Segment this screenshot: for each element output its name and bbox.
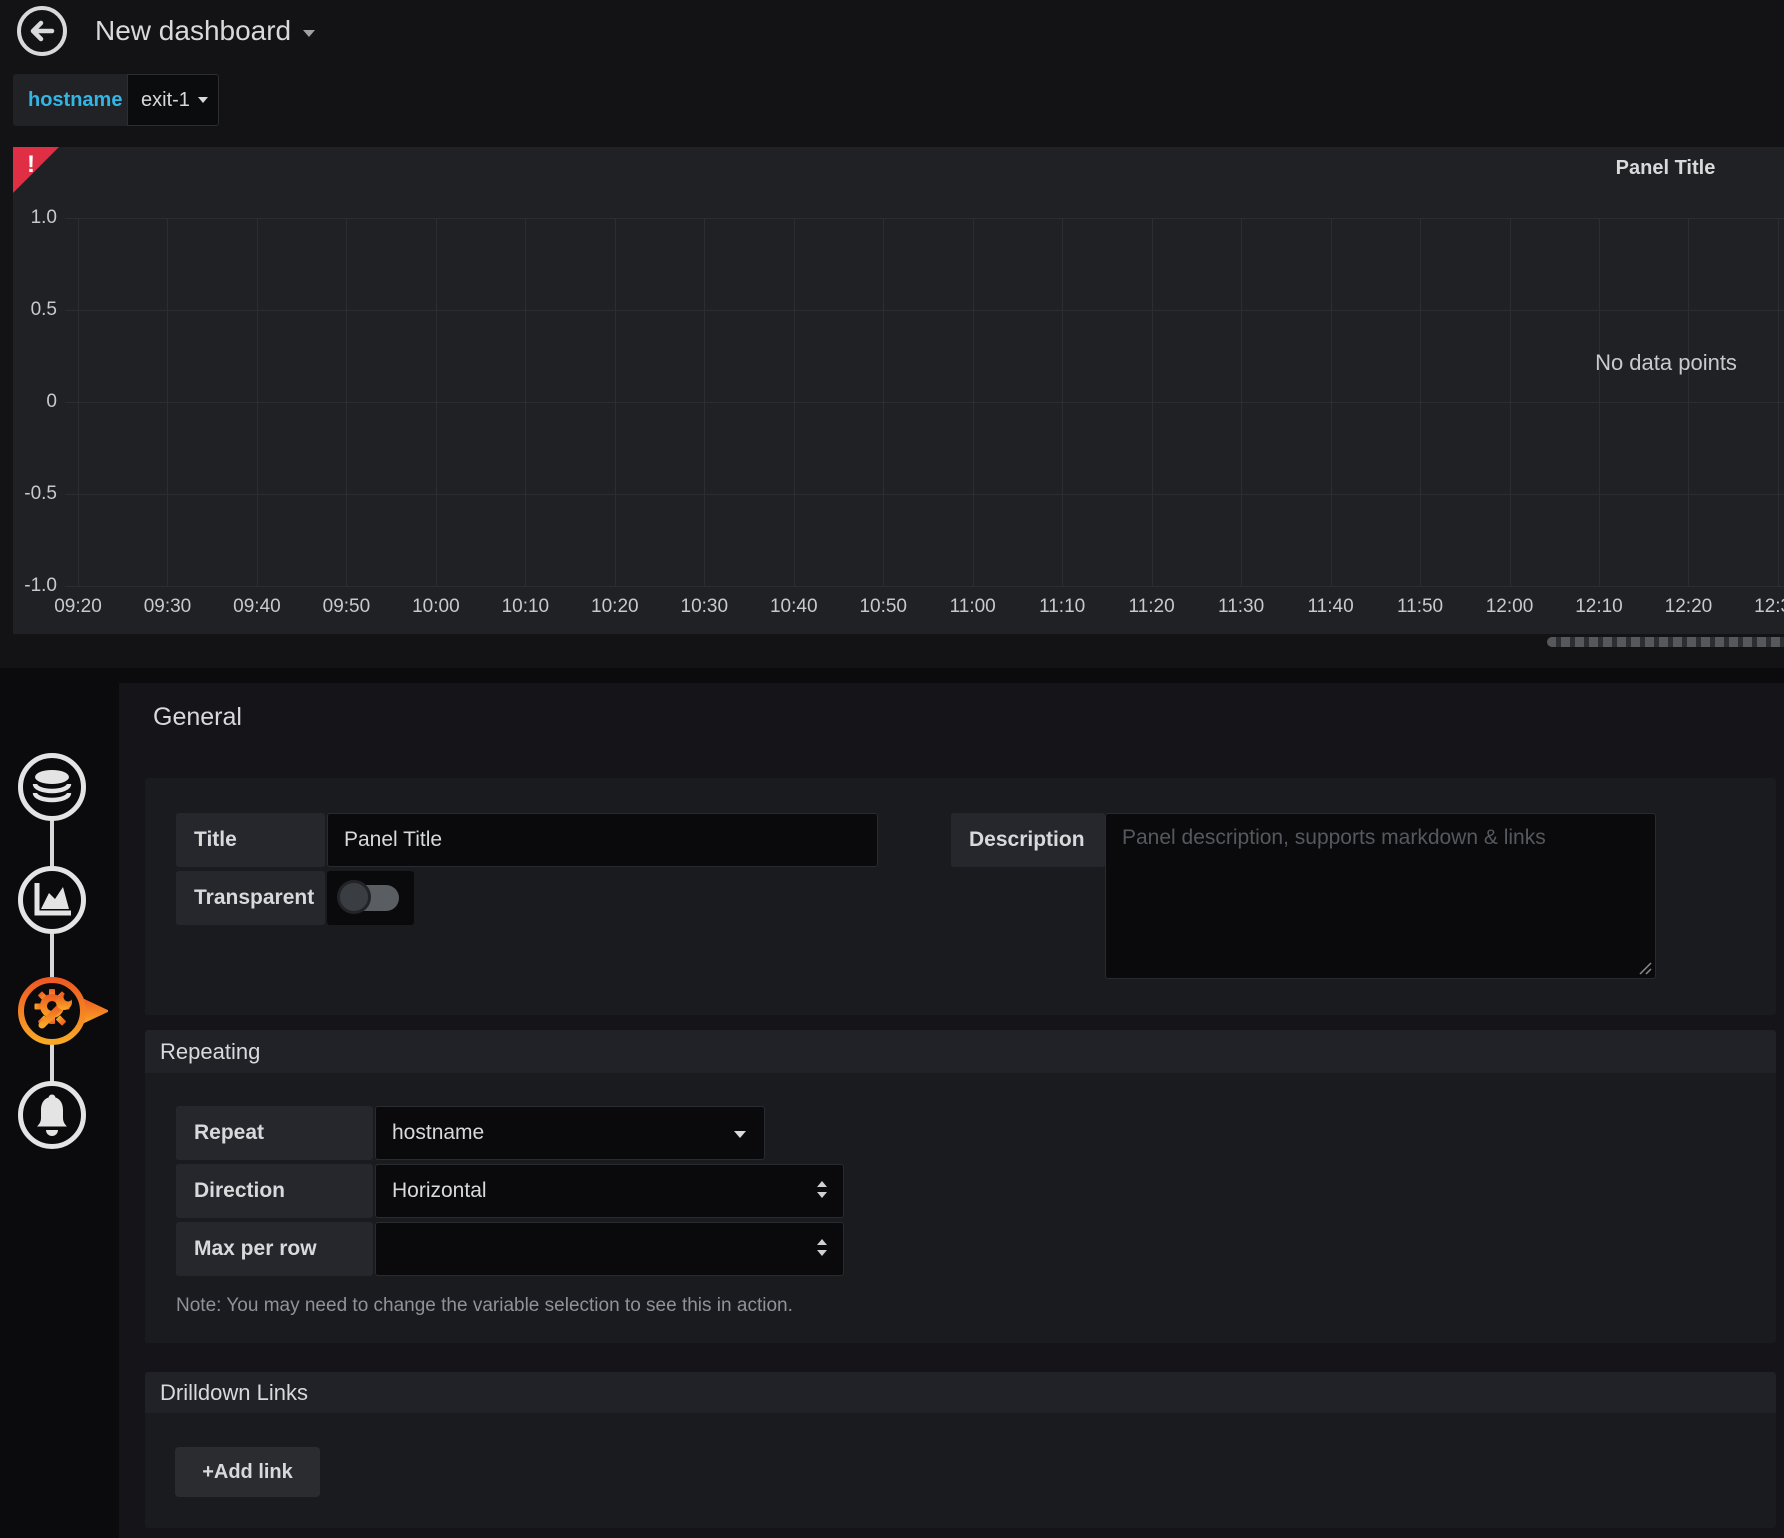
title-input[interactable] xyxy=(327,813,878,867)
gridline-v xyxy=(1510,218,1511,586)
x-axis-label: 10:00 xyxy=(391,596,481,618)
add-link-button[interactable]: +Add link xyxy=(175,1447,320,1497)
x-axis-label: 11:00 xyxy=(928,596,1018,618)
transparent-toggle-knob[interactable] xyxy=(337,880,371,914)
repeating-section-heading: Repeating xyxy=(145,1030,1776,1073)
gridline-v xyxy=(1599,218,1600,586)
x-axis-label: 11:20 xyxy=(1107,596,1197,618)
direction-select[interactable]: Horizontal xyxy=(375,1164,844,1218)
x-axis-label: 11:40 xyxy=(1286,596,1376,618)
gridline-v xyxy=(1331,218,1332,586)
gridline-v xyxy=(346,218,347,586)
variable-value-dropdown[interactable]: exit-1 xyxy=(127,74,219,126)
x-axis-label: 10:50 xyxy=(838,596,928,618)
gridline-v xyxy=(704,218,705,586)
drilldown-section-heading: Drilldown Links xyxy=(145,1372,1776,1413)
gridline-h xyxy=(65,310,1784,311)
chevron-down-icon xyxy=(198,97,208,103)
bell-icon xyxy=(30,1092,74,1138)
dashboard-title[interactable]: New dashboard xyxy=(95,15,291,47)
template-variable: hostname exit-1 xyxy=(13,74,219,126)
no-data-message: No data points xyxy=(1566,350,1766,376)
tab-general[interactable] xyxy=(14,975,108,1047)
resize-handle-icon[interactable] xyxy=(1637,960,1652,975)
gridline-v xyxy=(525,218,526,586)
x-axis-label: 12:10 xyxy=(1554,596,1644,618)
select-arrows-icon xyxy=(817,1181,827,1198)
back-button[interactable] xyxy=(17,6,67,56)
y-axis-label: -1.0 xyxy=(13,575,57,597)
x-axis-label: 09:40 xyxy=(212,596,302,618)
arrow-left-icon xyxy=(29,20,55,42)
gridline-v xyxy=(794,218,795,586)
grafana-dashboard-edit: New dashboard hostname exit-1 1.0 0.5 0 -0.… xyxy=(0,0,1784,1538)
horizontal-scrollbar[interactable] xyxy=(1547,637,1784,647)
tab-queries[interactable] xyxy=(18,753,86,821)
gridline-v xyxy=(436,218,437,586)
x-axis-label: 09:30 xyxy=(122,596,212,618)
max-per-row-select[interactable] xyxy=(375,1222,844,1276)
x-axis-label: 11:30 xyxy=(1196,596,1286,618)
gridline-v xyxy=(1152,218,1153,586)
gridline-v xyxy=(167,218,168,586)
variable-name-label[interactable]: hostname xyxy=(13,74,127,126)
gridline-v xyxy=(257,218,258,586)
chevron-down-icon xyxy=(734,1131,746,1138)
x-axis-label: 10:30 xyxy=(659,596,749,618)
x-axis-label: 12:30 xyxy=(1733,596,1784,618)
title-label: Title xyxy=(176,813,325,867)
panel-error-corner[interactable] xyxy=(13,147,59,193)
gridline-h xyxy=(65,586,1784,587)
description-textarea[interactable] xyxy=(1105,813,1656,979)
panel-title[interactable]: Panel Title xyxy=(1553,157,1778,180)
x-axis-label: 11:50 xyxy=(1375,596,1465,618)
panel-error-icon: ! xyxy=(27,151,35,179)
x-axis-label: 10:10 xyxy=(480,596,570,618)
y-axis-label: 0.5 xyxy=(13,299,57,321)
drilldown-section-body xyxy=(145,1413,1776,1528)
direction-label: Direction xyxy=(176,1164,373,1218)
gridline-h xyxy=(65,218,1784,219)
database-icon xyxy=(30,767,74,807)
gridline-v xyxy=(973,218,974,586)
x-axis-label: 09:50 xyxy=(301,596,391,618)
x-axis-label: 10:20 xyxy=(570,596,660,618)
repeat-label: Repeat xyxy=(176,1106,373,1160)
x-axis-label: 12:00 xyxy=(1465,596,1555,618)
gridline-v xyxy=(1062,218,1063,586)
gridline-v xyxy=(883,218,884,586)
editor-tab-heading: General xyxy=(153,703,242,732)
tab-visualization[interactable] xyxy=(18,866,86,934)
area-chart-icon xyxy=(31,881,73,919)
select-arrows-icon xyxy=(817,1239,827,1256)
graph-panel[interactable]: 1.0 0.5 0 -0.5 -1.009:2009:3009:4009:5010:00… xyxy=(13,147,1784,634)
dashboard-title-caret-icon[interactable] xyxy=(303,30,315,37)
tab-connector-line xyxy=(50,788,54,1116)
y-axis-label: 1.0 xyxy=(13,207,57,229)
gridline-v xyxy=(1688,218,1689,586)
gridline-v xyxy=(1420,218,1421,586)
tab-alert[interactable] xyxy=(18,1081,86,1149)
x-axis-label: 10:40 xyxy=(749,596,839,618)
x-axis-label: 11:10 xyxy=(1017,596,1107,618)
transparent-label: Transparent xyxy=(176,871,325,925)
gridline-v xyxy=(78,218,79,586)
gridline-v xyxy=(1778,218,1779,586)
x-axis-label: 12:20 xyxy=(1643,596,1733,618)
y-axis-label: -0.5 xyxy=(13,483,57,505)
gridline-h xyxy=(65,402,1784,403)
x-axis-label: 09:20 xyxy=(33,596,123,618)
gridline-v xyxy=(615,218,616,586)
repeating-note: Note: You may need to change the variabl… xyxy=(176,1295,793,1317)
y-axis-label: 0 xyxy=(13,391,57,413)
description-label: Description xyxy=(951,813,1105,867)
gridline-v xyxy=(1241,218,1242,586)
max-per-row-label: Max per row xyxy=(176,1222,373,1276)
gridline-h xyxy=(65,494,1784,495)
repeat-dropdown[interactable]: hostname xyxy=(375,1106,765,1160)
